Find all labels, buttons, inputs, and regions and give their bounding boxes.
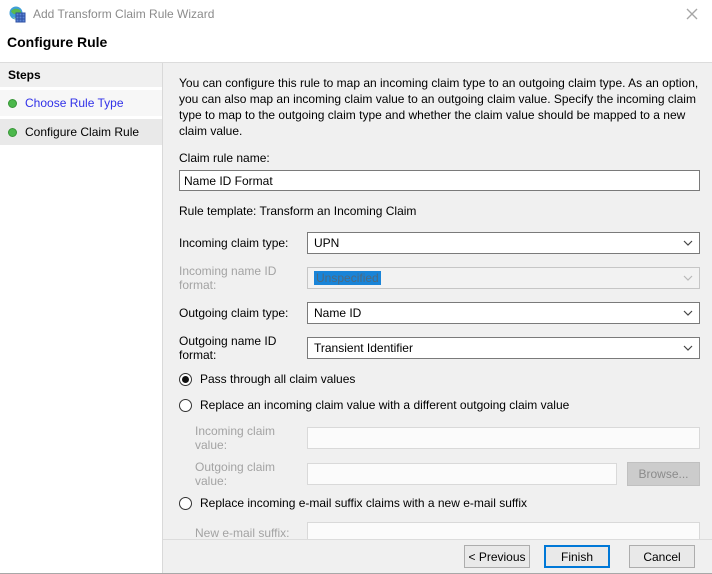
- outgoing-name-id-format-label: Outgoing name ID format:: [179, 334, 307, 362]
- close-icon: [686, 8, 698, 20]
- step-status-icon: [8, 99, 17, 108]
- radio-unselected-icon: [179, 497, 192, 510]
- selected-value: Name ID: [314, 306, 683, 320]
- incoming-name-id-format-select: Unspecified: [307, 267, 700, 289]
- outgoing-claim-value-label: Outgoing claim value:: [195, 460, 307, 488]
- new-email-suffix-input: [307, 522, 700, 539]
- radio-label: Replace incoming e-mail suffix claims wi…: [200, 496, 527, 510]
- radio-label: Pass through all claim values: [200, 372, 355, 386]
- radio-unselected-icon: [179, 399, 192, 412]
- radio-pass-through[interactable]: Pass through all claim values: [179, 372, 700, 386]
- step-label: Choose Rule Type: [25, 96, 124, 110]
- radio-replace-claim-value[interactable]: Replace an incoming claim value with a d…: [179, 398, 700, 412]
- selected-value: UPN: [314, 236, 683, 250]
- cancel-button[interactable]: Cancel: [629, 545, 695, 568]
- outgoing-claim-type-row: Outgoing claim type: Name ID: [179, 302, 700, 324]
- footer-button-bar: < Previous Finish Cancel: [163, 539, 712, 573]
- selected-value: Transient Identifier: [314, 341, 683, 355]
- chevron-down-icon: [683, 275, 693, 281]
- radio-label: Replace an incoming claim value with a d…: [200, 398, 569, 412]
- outgoing-claim-value-row: Outgoing claim value: Browse...: [195, 460, 700, 488]
- claim-rule-name-label: Claim rule name:: [179, 151, 700, 165]
- incoming-claim-value-row: Incoming claim value:: [195, 424, 700, 452]
- incoming-claim-type-row: Incoming claim type: UPN: [179, 232, 700, 254]
- step-status-icon: [8, 128, 17, 137]
- radio-replace-email-suffix[interactable]: Replace incoming e-mail suffix claims wi…: [179, 496, 700, 510]
- sidebar-item-configure-claim-rule[interactable]: Configure Claim Rule: [0, 119, 162, 145]
- selected-value: Unspecified: [314, 271, 381, 285]
- incoming-claim-type-select[interactable]: UPN: [307, 232, 700, 254]
- sidebar-item-choose-rule-type[interactable]: Choose Rule Type: [0, 90, 162, 116]
- incoming-claim-value-label: Incoming claim value:: [195, 424, 307, 452]
- new-email-suffix-label: New e-mail suffix:: [195, 526, 307, 539]
- rule-template-text: Rule template: Transform an Incoming Cla…: [179, 204, 700, 218]
- outgoing-claim-type-label: Outgoing claim type:: [179, 306, 307, 320]
- incoming-name-id-format-label: Incoming name ID format:: [179, 264, 307, 292]
- steps-header: Steps: [0, 63, 162, 87]
- incoming-name-id-format-row: Incoming name ID format: Unspecified: [179, 264, 700, 292]
- close-button[interactable]: [681, 3, 703, 25]
- claim-rule-name-input[interactable]: [179, 170, 700, 191]
- description-text: You can configure this rule to map an in…: [179, 75, 700, 139]
- outgoing-name-id-format-row: Outgoing name ID format: Transient Ident…: [179, 334, 700, 362]
- incoming-claim-type-label: Incoming claim type:: [179, 236, 307, 250]
- main-panel: You can configure this rule to map an in…: [163, 63, 712, 573]
- outgoing-name-id-format-select[interactable]: Transient Identifier: [307, 337, 700, 359]
- incoming-claim-value-input: [307, 427, 700, 449]
- chevron-down-icon: [683, 240, 693, 246]
- wizard-app-icon: [9, 6, 26, 23]
- browse-button: Browse...: [627, 462, 700, 486]
- window-title: Add Transform Claim Rule Wizard: [33, 7, 214, 21]
- previous-button[interactable]: < Previous: [464, 545, 530, 568]
- radio-selected-icon: [179, 373, 192, 386]
- chevron-down-icon: [683, 345, 693, 351]
- step-label: Configure Claim Rule: [25, 125, 139, 139]
- wizard-dialog: Add Transform Claim Rule Wizard Configur…: [0, 0, 712, 574]
- new-email-suffix-row: New e-mail suffix:: [195, 522, 700, 539]
- outgoing-claim-type-select[interactable]: Name ID: [307, 302, 700, 324]
- title-bar: Add Transform Claim Rule Wizard: [0, 0, 712, 28]
- page-title: Configure Rule: [0, 28, 712, 63]
- chevron-down-icon: [683, 310, 693, 316]
- finish-button[interactable]: Finish: [544, 545, 610, 568]
- steps-sidebar: Steps Choose Rule Type Configure Claim R…: [0, 63, 163, 573]
- outgoing-claim-value-input: [307, 463, 617, 485]
